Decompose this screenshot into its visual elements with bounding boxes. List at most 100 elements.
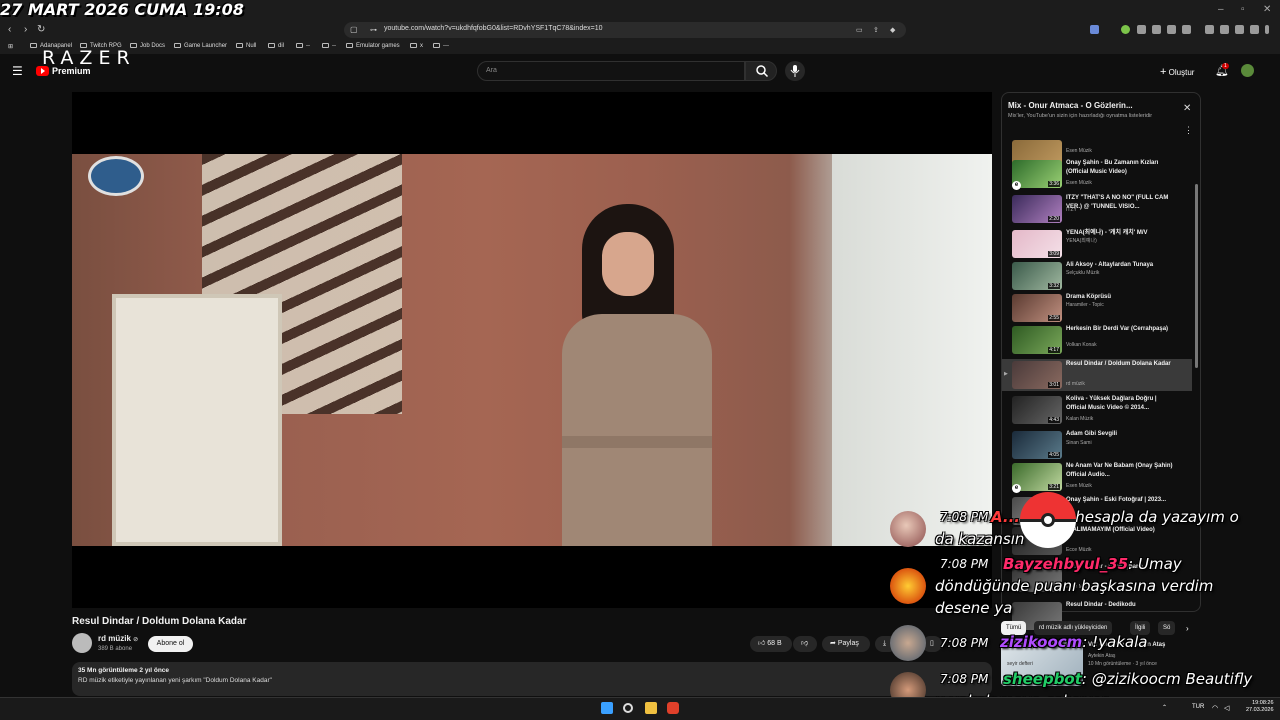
playlist-thumbnail: 4:05 [1012, 431, 1062, 459]
cast-icon[interactable]: ▭ [856, 26, 863, 34]
playlist-item-title: Ali Aksoy - Altaylardan Tunaya [1066, 262, 1154, 268]
channel-name[interactable]: rd müzik ⊘ [98, 634, 138, 643]
close-icon[interactable]: ✕ [1183, 103, 1191, 114]
playlist-item-channel: YENA(최예나) [1066, 238, 1097, 244]
bookmark-page-icon[interactable]: ▢ [350, 25, 358, 34]
volume-icon[interactable]: ◁ [1224, 704, 1229, 712]
playlist-item[interactable]: 2:20 ITZY "THAT'S A NO NO" (FULL CAM VER.… [1002, 193, 1192, 225]
extension-icon[interactable] [1182, 25, 1191, 34]
playlist-item-title: Onay Şahin - Eski Fotoğraf | 2023... [1066, 497, 1167, 503]
bookmark[interactable]: -- [322, 43, 336, 49]
extension-icon[interactable] [1152, 25, 1161, 34]
white-door [112, 294, 282, 546]
menu-icon[interactable] [1265, 25, 1269, 34]
bookmark[interactable]: dil [268, 43, 284, 49]
playlist-title[interactable]: Mix - Onur Atmaca - O Gözlerin... [1008, 101, 1133, 110]
playlist-item[interactable]: 3:36 e Onay Şahin - Bu Zamanın Kızları (Of… [1002, 158, 1192, 190]
extension-icon[interactable] [1137, 25, 1146, 34]
extension-icon[interactable] [1167, 25, 1176, 34]
bookmark[interactable]: Game Launcher [174, 43, 227, 49]
duration-badge: 3:09 [1048, 251, 1060, 257]
sidebar-icon[interactable] [1220, 25, 1229, 34]
share-icon[interactable]: ⇪ [873, 26, 879, 34]
close-window-icon[interactable]: ✕ [1263, 4, 1271, 15]
dislike-button[interactable]: 👎︎ [793, 636, 817, 652]
bookmark[interactable]: -- [296, 43, 310, 49]
brave-browser-icon[interactable] [667, 702, 679, 714]
playlist-item[interactable]: 4:05 Adam Gibi Sevgili Sinan Sami [1002, 429, 1192, 461]
suggested-channel: Aytekin Ataş [1088, 653, 1116, 659]
folder-icon [174, 43, 181, 48]
music-icon[interactable] [1205, 25, 1214, 34]
playlist-item[interactable]: 3:32 Ali Aksoy - Altaylardan Tunaya Selçuk… [1002, 260, 1192, 292]
duration-badge: 3:01 [1048, 382, 1060, 388]
bookmark[interactable]: Null [236, 43, 256, 49]
playlist-item[interactable]: 4:43 Koliva - Yüksek Dağlara Doğru | Offi… [1002, 394, 1192, 426]
playlist-item-title: Drama Köprüsü [1066, 294, 1112, 300]
share-arrow-icon: ➦ [830, 640, 836, 647]
channel-avatar[interactable] [72, 633, 92, 653]
belt [562, 436, 712, 448]
maximize-icon[interactable]: ▫ [1241, 4, 1245, 15]
playlist-scrollbar[interactable] [1195, 184, 1198, 368]
playlist-item[interactable]: 3:09 YENA(최예나) - '캐치 캐치' M/V YENA(최예나) [1002, 228, 1192, 260]
bookmark[interactable]: x [410, 43, 423, 49]
reload-icon[interactable]: ↻ [37, 24, 45, 35]
video-frame[interactable] [72, 154, 992, 546]
back-icon[interactable]: ‹ [8, 24, 11, 35]
translate-icon[interactable] [1090, 25, 1099, 34]
playlist-item-title: Koliva - Yüksek Dağlara Doğru | Official… [1066, 396, 1157, 411]
search-icon[interactable] [623, 703, 633, 713]
playlist-item[interactable]: 3:21 e Ne Anam Var Ne Babam (Onay Şahin) O… [1002, 461, 1192, 493]
language-indicator[interactable]: TUR [1192, 704, 1204, 710]
thumbs-up-icon: 👍︎ [758, 640, 766, 647]
wifi-icon[interactable]: ◠ [1212, 704, 1218, 712]
face [602, 232, 654, 296]
shield-icon[interactable]: ◆ [890, 26, 895, 34]
folder-icon [296, 43, 303, 48]
favorites-icon[interactable] [1235, 25, 1244, 34]
search-button[interactable] [745, 61, 777, 81]
forward-icon[interactable]: › [24, 24, 27, 35]
minimize-icon[interactable]: – [1218, 4, 1224, 15]
playlist-item-channel: Sinan Sami [1066, 440, 1092, 446]
chat-avatar [890, 568, 926, 604]
hamburger-menu-icon[interactable]: ☰ [12, 64, 23, 78]
bookmarks-apps-icon[interactable]: ⊞ [8, 43, 13, 50]
playlist-item[interactable]: ▶ 3:01 Resul Dindar / Doldum Dolana Kadar r… [1002, 359, 1192, 391]
duration-badge: 3:36 [1048, 181, 1060, 187]
playlist-item[interactable]: 2:55 Drama Köprüsü Haramiler - Topic [1002, 292, 1192, 324]
like-button[interactable]: 👍︎ 68 B [750, 636, 792, 652]
taskbar-clock[interactable]: 19:08:26 27.03.2026 [1246, 700, 1274, 714]
bookmark[interactable]: --- [433, 43, 449, 49]
site-info-icon[interactable]: ⊶ [370, 26, 377, 34]
duration-badge: 3:21 [1048, 484, 1060, 490]
account-avatar[interactable] [1241, 64, 1254, 77]
premium-label[interactable]: Premium [52, 66, 91, 76]
duration-badge: 4:43 [1048, 417, 1060, 423]
dress [562, 314, 712, 546]
window [832, 154, 992, 546]
duration-badge: 2:55 [1048, 315, 1060, 321]
bookmark[interactable]: Emulator games [346, 43, 400, 49]
woman-figure [542, 204, 762, 546]
chat-username: A... [991, 508, 1020, 526]
plus-icon: + [1160, 66, 1167, 78]
tray-icons[interactable]: ⌃ [1162, 704, 1167, 711]
search-input[interactable] [477, 61, 745, 81]
windows-start-icon[interactable] [601, 702, 613, 714]
youtube-logo-icon[interactable] [36, 66, 49, 76]
subscribe-button[interactable]: Abone ol [148, 636, 193, 652]
more-options-icon[interactable]: ⋮ [1184, 125, 1193, 136]
download-icon: ⤓ [883, 640, 887, 647]
playlist-item-channel: Esen Müzik [1066, 483, 1092, 489]
voice-search-button[interactable] [785, 61, 805, 81]
playlist-thumbnail: 2:20 [1012, 195, 1062, 223]
share-button[interactable]: ➦ Paylaş [822, 636, 870, 652]
playlist-item[interactable]: 4:17 Herkesin Bir Derdi Var (Cerrahpaşa) V… [1002, 324, 1192, 356]
create-button[interactable]: + Oluştur [1160, 66, 1194, 78]
playlist-item-title: Resul Dindar / Doldum Dolana Kadar [1066, 361, 1171, 367]
extension-icon[interactable] [1121, 25, 1130, 34]
vpn-icon[interactable] [1250, 25, 1259, 34]
file-explorer-icon[interactable] [645, 702, 657, 714]
